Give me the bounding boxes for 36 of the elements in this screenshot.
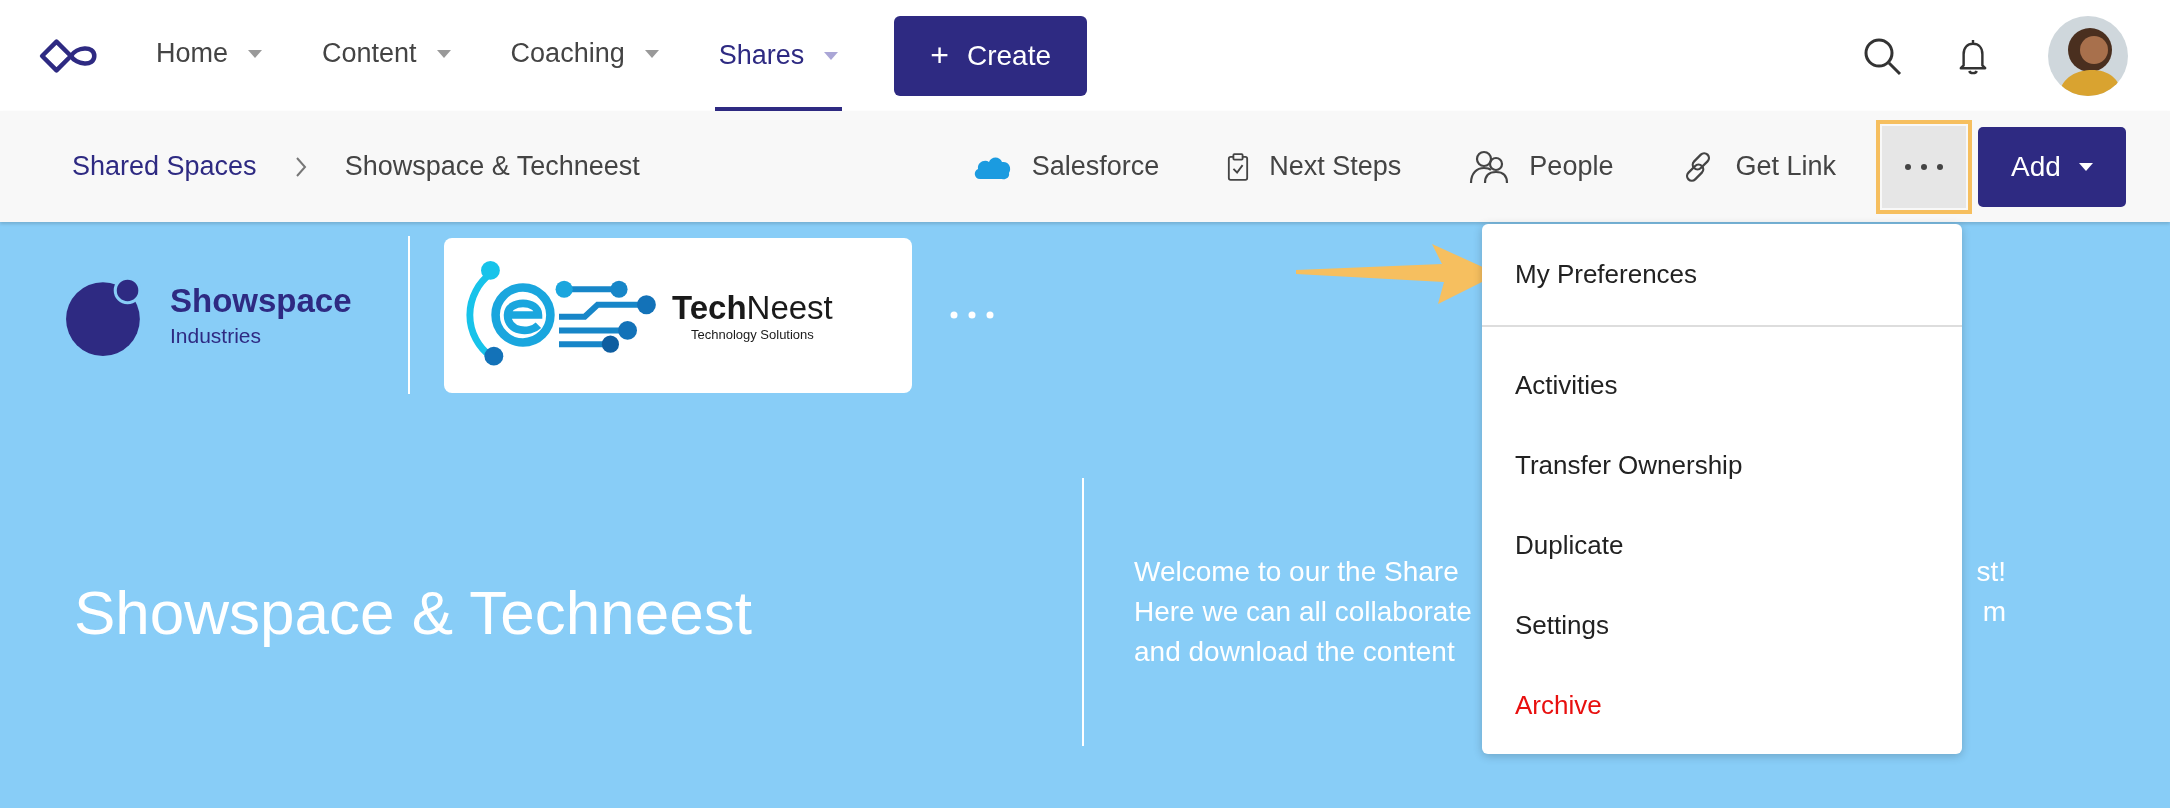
caret-icon	[824, 51, 839, 60]
breadcrumb-link[interactable]: Shared Spaces	[72, 151, 257, 182]
welcome-text: Welcome to our the Share	[1134, 555, 1459, 589]
more-icon	[1902, 162, 1946, 171]
company-name: TechNeest	[672, 288, 833, 327]
toolbar-action[interactable]: People	[1469, 148, 1614, 185]
menu-item[interactable]: Duplicate	[1482, 505, 1962, 585]
nav-tab[interactable]: Coaching	[506, 0, 663, 111]
chevron-icon	[294, 155, 307, 178]
toolbar-action[interactable]: Salesforce	[971, 151, 1160, 182]
company-tagline: Technology Solutions	[690, 326, 814, 342]
menu-item[interactable]: Archive	[1482, 665, 1962, 745]
create-button[interactable]: + Create	[894, 15, 1087, 96]
caret-icon	[644, 49, 659, 58]
nav-tab[interactable]: Content	[318, 0, 455, 111]
menu-item[interactable]: Transfer Ownership	[1482, 425, 1962, 505]
welcome-text: and download the content	[1134, 635, 1455, 669]
people-icon	[1469, 148, 1510, 185]
toolbar-action[interactable]: Next Steps	[1227, 151, 1402, 182]
welcome-text: st!	[1976, 555, 2006, 589]
caret-icon	[248, 49, 263, 58]
menu-item[interactable]: Settings	[1482, 585, 1962, 665]
welcome-text: m	[1982, 595, 2006, 629]
nav-tab[interactable]: Home	[152, 0, 267, 111]
toolbar-action[interactable]: Get Link	[1681, 149, 1836, 184]
clipboard-check-icon	[1227, 151, 1250, 182]
caret-icon	[2078, 162, 2093, 171]
breadcrumb-current: Showspace & Techneest	[344, 151, 640, 182]
space-title: Showspace & Techneest	[74, 576, 753, 648]
menu-item[interactable]: Activities	[1482, 345, 1962, 425]
welcome-text: Here we can all collaborate	[1134, 595, 1472, 629]
caret-icon	[436, 49, 451, 58]
menu-item[interactable]: My Preferences	[1482, 224, 1962, 325]
add-button[interactable]: Add	[1978, 126, 2126, 207]
company-tagline: Industries	[170, 324, 263, 348]
company-name: Showspace	[170, 282, 352, 320]
